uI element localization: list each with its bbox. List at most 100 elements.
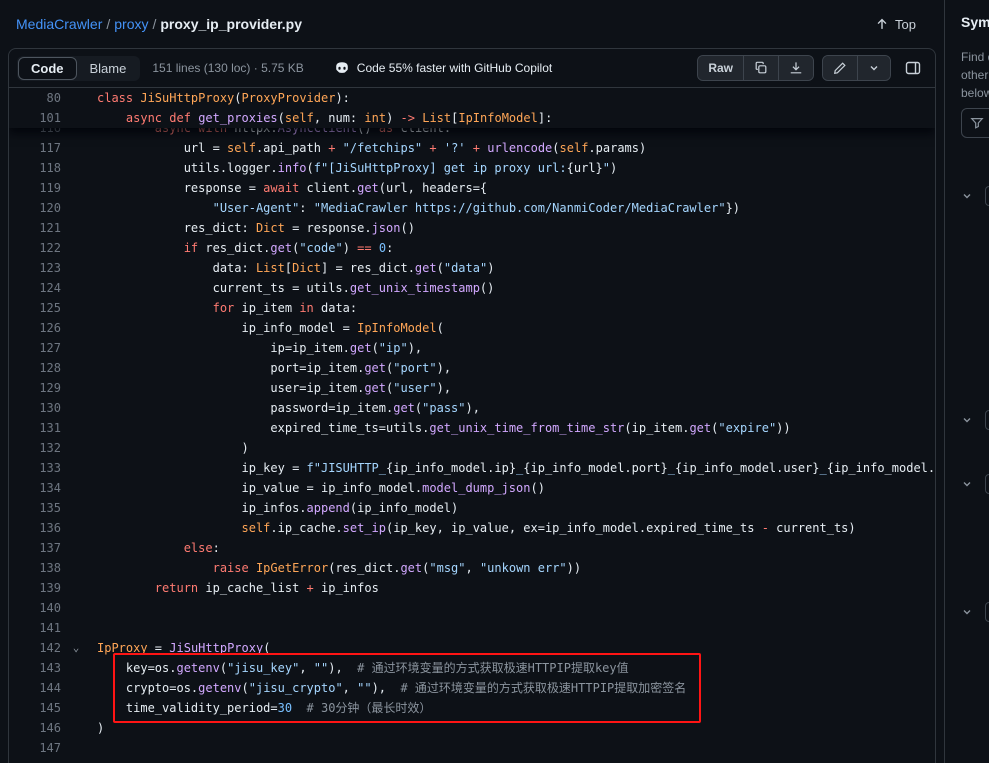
line-number[interactable]: 133 [9,458,61,478]
code-text [91,618,935,638]
line-number[interactable]: 144 [9,678,61,698]
fold-toggle-icon[interactable]: ⌄ [61,638,91,658]
line-number[interactable]: 138 [9,558,61,578]
line-number[interactable]: 120 [9,198,61,218]
symbol-kind-badge [985,474,989,494]
code-line: 123 data: List[Dict] = res_dict.get("dat… [9,258,935,278]
file-header: MediaCrawler / proxy / proxy_ip_provider… [0,0,944,48]
line-number[interactable]: 147 [9,738,61,758]
edit-dropdown-button[interactable] [857,56,890,80]
line-number[interactable]: 132 [9,438,61,458]
copy-button[interactable] [743,56,778,80]
line-number[interactable]: 136 [9,518,61,538]
symbol-group-row[interactable] [961,410,989,430]
tab-blame[interactable]: Blame [77,57,140,80]
raw-button-group: Raw [697,55,814,81]
fold-gutter [61,138,91,158]
code-text: async def get_proxies(self, num: int) ->… [91,108,935,128]
line-number[interactable]: 129 [9,378,61,398]
code-text: ip_info_model = IpInfoModel( [91,318,935,338]
code-text: utils.logger.info(f"[JiSuHttpProxy] get … [91,158,935,178]
fold-gutter [61,218,91,238]
line-number[interactable]: 123 [9,258,61,278]
back-to-top-button[interactable]: Top [867,13,924,36]
fold-gutter [61,358,91,378]
line-number[interactable]: 142 [9,638,61,658]
symbol-group-row[interactable] [961,186,989,206]
download-icon [789,61,803,75]
line-number[interactable]: 124 [9,278,61,298]
code-line: 144 crypto=os.getenv("jisu_crypto", ""),… [9,678,935,698]
fold-gutter [61,658,91,678]
line-number[interactable]: 117 [9,138,61,158]
code-line: 145 time_validity_period=30 # 30分钟（最长时效） [9,698,935,718]
line-number[interactable]: 141 [9,618,61,638]
fold-gutter [61,618,91,638]
edit-button[interactable] [823,56,857,80]
line-number[interactable]: 119 [9,178,61,198]
code-line: 125 for ip_item in data: [9,298,935,318]
line-number[interactable]: 125 [9,298,61,318]
code-text: user=ip_item.get("user"), [91,378,935,398]
code-line: 122 if res_dict.get("code") == 0: [9,238,935,258]
chevron-down-icon [868,62,880,74]
code-text: ip=ip_item.get("ip"), [91,338,935,358]
code-line: 135 ip_infos.append(ip_info_model) [9,498,935,518]
fold-gutter [61,598,91,618]
code-line: 118 utils.logger.info(f"[JiSuHttpProxy] … [9,158,935,178]
file-meta: 151 lines (130 loc) · 5.75 KB [152,61,303,75]
line-number[interactable]: 140 [9,598,61,618]
copilot-icon [334,60,350,76]
toolbar-actions: Raw [697,55,927,81]
symbols-filter-input[interactable] [961,108,989,138]
code-text [91,598,935,618]
line-number[interactable]: 145 [9,698,61,718]
line-number[interactable]: 127 [9,338,61,358]
filter-funnel-icon [970,116,984,130]
tab-code[interactable]: Code [18,57,77,80]
code-line: 137 else: [9,538,935,558]
fold-gutter [61,178,91,198]
breadcrumb-repo[interactable]: MediaCrawler [16,16,102,32]
code-line: 132 ) [9,438,935,458]
line-number[interactable]: 130 [9,398,61,418]
symbol-kind-badge [985,602,989,622]
fold-gutter [61,478,91,498]
symbol-group-row[interactable] [961,602,989,622]
line-number[interactable]: 101 [9,108,61,128]
line-number[interactable]: 146 [9,718,61,738]
download-button[interactable] [778,56,813,80]
symbols-panel-toggle-button[interactable] [899,55,927,81]
copilot-text: Code 55% faster with GitHub Copilot [357,61,552,75]
line-number[interactable]: 135 [9,498,61,518]
symbol-kind-badge [985,186,989,206]
code-line: 101 async def get_proxies(self, num: int… [9,108,935,128]
line-number[interactable]: 131 [9,418,61,438]
line-number[interactable]: 134 [9,478,61,498]
line-number[interactable]: 139 [9,578,61,598]
sticky-lines: 80class JiSuHttpProxy(ProxyProvider):101… [9,88,935,128]
copilot-banner: Code 55% faster with GitHub Copilot [334,60,552,76]
code-line: 127 ip=ip_item.get("ip"), [9,338,935,358]
symbol-group-row[interactable] [961,474,989,494]
line-number[interactable]: 128 [9,358,61,378]
code-line: 119 response = await client.get(url, hea… [9,178,935,198]
fold-gutter [61,538,91,558]
line-number[interactable]: 143 [9,658,61,678]
fold-gutter [61,718,91,738]
line-number[interactable]: 121 [9,218,61,238]
code-blame-switch: Code Blame [17,56,140,81]
line-number[interactable]: 122 [9,238,61,258]
fold-gutter [61,418,91,438]
line-number[interactable]: 126 [9,318,61,338]
breadcrumb-dir[interactable]: proxy [114,16,148,32]
raw-button[interactable]: Raw [698,56,743,80]
chevron-down-icon [961,190,973,202]
file-view-container: Code Blame 151 lines (130 loc) · 5.75 KB… [8,48,936,763]
line-number[interactable]: 80 [9,88,61,108]
line-number[interactable]: 137 [9,538,61,558]
chevron-down-icon [961,478,973,490]
code-line: 130 password=ip_item.get("pass"), [9,398,935,418]
line-number[interactable]: 118 [9,158,61,178]
code-line: 128 port=ip_item.get("port"), [9,358,935,378]
